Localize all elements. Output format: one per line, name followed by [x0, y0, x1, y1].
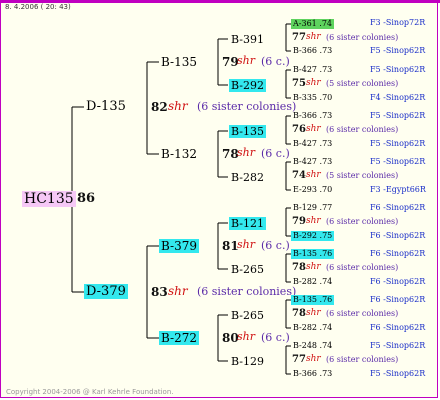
g4-colony-id: B-135 .76 — [291, 295, 335, 305]
g2-colony-id: B-272 — [159, 331, 199, 345]
g4-origin: F6 -Sinop62R — [370, 277, 426, 286]
dam-line-label: shr — [168, 284, 188, 298]
g3-line-label: shr — [306, 170, 321, 180]
g3-sister-count: (6 sister colonies) — [326, 355, 399, 364]
g4-origin: F5 -Sinop62R — [370, 157, 426, 166]
g4-origin: F5 -Sinop62R — [370, 369, 426, 378]
g3-year-number: 74 — [292, 170, 306, 181]
g4-colony-id: B-292 .75 — [291, 231, 335, 241]
g4-colony-id: B-135 .76 — [291, 249, 335, 259]
dam-colony-id: D-379 — [84, 284, 128, 299]
sire-colony-id: D-135 — [86, 99, 126, 114]
dam-sister-count: (6 sister colonies) — [197, 285, 297, 298]
g4-origin: F3 -Sinop72R — [370, 18, 426, 27]
g4-origin: F6 -Sinop62R — [370, 249, 426, 258]
g3-year-number: 77 — [292, 354, 306, 365]
g4-origin: F3 -Egypt66R — [370, 185, 426, 194]
root-year-number: 86 — [77, 191, 96, 206]
sire-line-label: shr — [168, 99, 188, 113]
g3-year-number: 78 — [292, 308, 306, 319]
g3-sister-count: (6 sister colonies) — [326, 263, 399, 272]
g3-colony-id: B-265 — [231, 309, 264, 322]
g4-colony-id: B-366 .73 — [293, 111, 333, 120]
g3-colony-id: B-282 — [231, 171, 264, 184]
g2-line-label: shr — [237, 330, 255, 343]
g3-colony-id: B-265 — [231, 263, 264, 276]
sire-sister-count: (6 sister colonies) — [197, 100, 297, 113]
g3-sister-count: (5 sister colonies) — [326, 79, 399, 88]
g4-colony-id: E-293 .70 — [293, 185, 333, 194]
g3-line-label: shr — [306, 354, 321, 364]
g4-colony-id: B-335 .70 — [293, 93, 333, 102]
g4-origin: F5 -Sinop62R — [370, 139, 426, 148]
g2-line-label: shr — [237, 54, 255, 67]
g4-origin: F6 -Sinop62R — [370, 295, 426, 304]
g4-origin: F5 -Sinop62R — [370, 46, 426, 55]
g2-sister-count: (6 c.) — [261, 331, 290, 344]
g4-origin: F4 -Sinop62R — [370, 93, 426, 102]
g3-sister-count: (6 sister colonies) — [326, 217, 399, 226]
g3-sister-count: (6 sister colonies) — [326, 125, 399, 134]
g3-line-label: shr — [306, 216, 321, 226]
copyright-footer: Copyright 2004-2006 @ Karl Kehrle Founda… — [6, 388, 174, 396]
g2-sister-count: (6 c.) — [261, 55, 290, 68]
g3-colony-id: B-121 — [229, 217, 266, 230]
g3-year-number: 77 — [292, 32, 306, 43]
g4-colony-id: A-361 .74 — [291, 19, 335, 29]
g4-origin: F5 -Sinop62R — [370, 111, 426, 120]
g3-year-number: 75 — [292, 78, 306, 89]
g4-colony-id: B-427 .73 — [293, 157, 333, 166]
g3-line-label: shr — [306, 124, 321, 134]
g4-origin: F6 -Sinop62R — [370, 203, 426, 212]
g3-colony-id: B-135 — [229, 125, 266, 138]
g3-colony-id: B-292 — [229, 79, 266, 92]
g2-line-label: shr — [237, 238, 255, 251]
g3-line-label: shr — [306, 32, 321, 42]
g4-colony-id: B-282 .74 — [293, 277, 333, 286]
g3-year-number: 76 — [292, 124, 306, 135]
g3-colony-id: B-129 — [231, 355, 264, 368]
g3-line-label: shr — [306, 308, 321, 318]
root-colony-id: HC135 — [22, 191, 76, 207]
g4-origin: F6 -Sinop62R — [370, 323, 426, 332]
g4-colony-id: B-282 .74 — [293, 323, 333, 332]
g4-origin: F5 -Sinop62R — [370, 65, 426, 74]
g4-colony-id: B-129 .77 — [293, 203, 333, 212]
g2-line-label: shr — [237, 146, 255, 159]
g4-colony-id: B-427 .73 — [293, 139, 333, 148]
print-date: 8. 4.2006 ( 20: 43) — [5, 3, 71, 11]
g4-colony-id: B-248 .74 — [293, 341, 333, 350]
g3-sister-count: (5 sister colonies) — [326, 171, 399, 180]
g4-origin: F6 -Sinop62R — [370, 231, 426, 240]
dam-year-number: 83 — [151, 285, 168, 299]
sire-year-number: 82 — [151, 100, 168, 114]
g3-sister-count: (6 sister colonies) — [326, 33, 399, 42]
g2-colony-id: B-379 — [159, 239, 199, 253]
g3-line-label: shr — [306, 78, 321, 88]
g2-colony-id: B-135 — [161, 55, 197, 69]
g3-year-number: 79 — [292, 216, 306, 227]
g2-sister-count: (6 c.) — [261, 239, 290, 252]
g4-origin: F5 -Sinop62R — [370, 341, 426, 350]
g2-colony-id: B-132 — [161, 147, 197, 161]
g4-colony-id: B-366 .73 — [293, 369, 333, 378]
g3-sister-count: (6 sister colonies) — [326, 309, 399, 318]
g4-colony-id: B-427 .73 — [293, 65, 333, 74]
g3-colony-id: B-391 — [231, 33, 264, 46]
g3-line-label: shr — [306, 262, 321, 272]
g2-sister-count: (6 c.) — [261, 147, 290, 160]
g3-year-number: 78 — [292, 262, 306, 273]
g4-colony-id: B-366 .73 — [293, 46, 333, 55]
